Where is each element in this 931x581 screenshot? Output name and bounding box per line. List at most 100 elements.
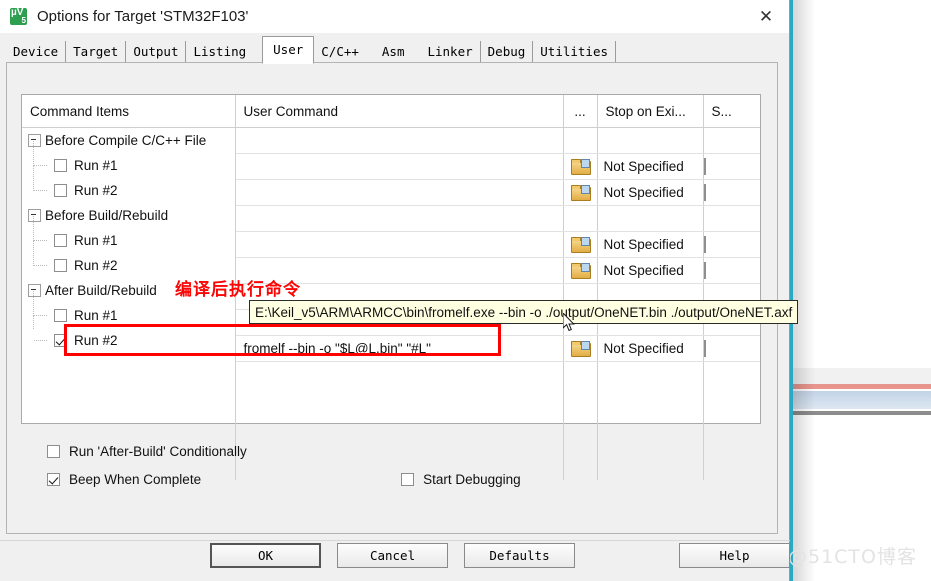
tree-node-bc-run1[interactable]: Run #1 — [28, 141, 234, 178]
cell-browse[interactable] — [563, 231, 598, 258]
cell-user-command[interactable] — [235, 205, 564, 232]
cell-s[interactable] — [703, 335, 760, 362]
ok-button[interactable]: OK — [210, 543, 322, 568]
cell-user-command[interactable] — [235, 127, 564, 154]
option-label: Start Debugging — [423, 471, 521, 487]
col-user-command[interactable]: User Command — [235, 95, 564, 128]
defaults-button[interactable]: Defaults — [464, 543, 576, 568]
tree-column: Before Compile C/C++ File Run #1 Run #2 — [22, 127, 236, 362]
checkbox-after-build-run2[interactable] — [54, 334, 67, 347]
annotation-red-note: 编译后执行命令 — [175, 280, 301, 300]
tab-strip: Device Target Output Listing User C/C++ … — [6, 36, 789, 64]
tree-node-before-build[interactable]: Before Build/Rebuild — [28, 203, 234, 228]
option-start-debugging[interactable]: Start Debugging — [401, 472, 521, 487]
checkbox-before-compile-run2[interactable] — [54, 184, 67, 197]
table-row[interactable]: Before Compile C/C++ File Run #1 Run #2 — [22, 127, 760, 362]
cell-s[interactable] — [703, 205, 760, 232]
tree-node-before-compile[interactable]: Before Compile C/C++ File — [28, 128, 234, 153]
open-folder-icon[interactable] — [570, 237, 591, 253]
cell-browse[interactable] — [563, 205, 598, 232]
command-items-grid[interactable]: Command Items User Command ... Stop on E… — [21, 94, 761, 480]
checkbox-s[interactable] — [703, 340, 706, 357]
open-folder-icon[interactable] — [570, 341, 591, 357]
cell-browse[interactable] — [563, 153, 598, 180]
col-s[interactable]: S... — [703, 95, 760, 128]
option-label: Run 'After-Build' Conditionally — [69, 443, 247, 459]
close-icon[interactable]: ✕ — [743, 0, 789, 33]
option-run-after-build-conditionally[interactable]: Run 'After-Build' Conditionally — [47, 444, 247, 459]
cell-s[interactable] — [703, 179, 760, 206]
cell-browse[interactable] — [563, 335, 598, 362]
cell-s[interactable] — [703, 153, 760, 180]
checkbox-beep-when-complete[interactable] — [47, 472, 60, 486]
command-text-input[interactable]: fromelf --bin -o "$L@L.bin" "#L" — [236, 341, 431, 356]
checkbox-before-build-run1[interactable] — [54, 234, 67, 247]
tab-utilities[interactable]: Utilities — [533, 41, 617, 63]
cell-stop-on-exit[interactable]: Not Specified — [597, 231, 704, 258]
cell-browse[interactable] — [563, 257, 598, 284]
tree-node-ab-run1[interactable]: Run #1 — [28, 291, 234, 328]
checkbox-s[interactable] — [703, 262, 706, 279]
title-bar: Options for Target 'STM32F103' ✕ — [0, 0, 789, 33]
cell-s[interactable] — [703, 257, 760, 284]
open-folder-icon[interactable] — [570, 185, 591, 201]
option-beep-when-complete[interactable]: Beep When Complete — [47, 472, 201, 487]
tab-device[interactable]: Device — [6, 41, 67, 63]
checkbox-s[interactable] — [703, 158, 706, 175]
tab-debug[interactable]: Debug — [481, 41, 534, 63]
cell-stop-on-exit[interactable]: Not Specified — [597, 153, 704, 180]
tab-listing[interactable]: Listing — [186, 41, 262, 63]
cell-stop-on-exit[interactable]: Not Specified — [597, 179, 704, 206]
tree-node-label: Run #2 — [74, 258, 118, 273]
cell-stop-on-exit[interactable]: Not Specified — [597, 257, 704, 284]
col-command-items[interactable]: Command Items — [22, 95, 236, 128]
checkbox-s[interactable] — [703, 184, 706, 201]
command-text — [236, 237, 244, 252]
help-button[interactable]: Help — [679, 543, 791, 568]
open-folder-icon[interactable] — [570, 159, 591, 175]
user-tab-panel: Command Items User Command ... Stop on E… — [6, 62, 778, 534]
cell-user-command-active[interactable]: fromelf --bin -o "$L@L.bin" "#L" — [235, 335, 564, 362]
table-header-row: Command Items User Command ... Stop on E… — [22, 95, 760, 128]
cell-s[interactable] — [703, 127, 760, 154]
cell-browse[interactable] — [563, 127, 598, 154]
checkbox-before-build-run2[interactable] — [54, 259, 67, 272]
tree-node-bb-run1[interactable]: Run #1 — [28, 216, 234, 253]
tab-c-cpp[interactable]: C/C++ — [314, 41, 375, 63]
stop-text: Not Specified — [603, 341, 684, 356]
command-table: Command Items User Command ... Stop on E… — [22, 95, 760, 480]
tab-target[interactable]: Target — [66, 41, 127, 63]
command-text — [236, 185, 244, 200]
cancel-button[interactable]: Cancel — [337, 543, 449, 568]
tree-node-bc-run2[interactable]: Run #2 — [28, 166, 234, 203]
cell-stop-on-exit[interactable] — [597, 205, 704, 232]
collapse-icon[interactable] — [28, 134, 41, 147]
checkbox-start-debugging[interactable] — [401, 472, 415, 486]
cell-browse[interactable] — [563, 179, 598, 206]
keil-uvision5-icon — [10, 7, 27, 25]
cell-s[interactable] — [703, 231, 760, 258]
collapse-icon[interactable] — [28, 209, 41, 222]
tab-output[interactable]: Output — [126, 41, 187, 63]
checkbox-after-build-run1[interactable] — [54, 309, 67, 322]
tab-linker[interactable]: Linker — [420, 41, 481, 63]
open-folder-icon[interactable] — [570, 263, 591, 279]
cell-user-command[interactable] — [235, 179, 564, 206]
tab-asm[interactable]: Asm — [375, 41, 421, 63]
dialog-button-bar: OK Cancel Defaults Help — [0, 543, 791, 568]
col-stop-on-exit[interactable]: Stop on Exi... — [597, 95, 704, 128]
tab-user[interactable]: User — [262, 36, 315, 64]
checkbox-before-compile-run1[interactable] — [54, 159, 67, 172]
col-dots[interactable]: ... — [563, 95, 598, 128]
cell-user-command[interactable] — [235, 153, 564, 180]
tree-node-ab-run2[interactable]: Run #2 — [28, 316, 234, 353]
dialog-drop-shadow — [793, 0, 815, 581]
stop-text — [598, 133, 604, 148]
cell-stop-on-exit[interactable] — [597, 127, 704, 154]
checkbox-s[interactable] — [703, 236, 706, 253]
command-tooltip: E:\Keil_v5\ARM\ARMCC\bin\fromelf.exe --b… — [249, 300, 799, 324]
checkbox-run-after-build-conditionally[interactable] — [47, 444, 60, 458]
cell-user-command[interactable] — [235, 231, 564, 258]
cell-stop-on-exit[interactable]: Not Specified — [597, 335, 704, 362]
collapse-icon[interactable] — [28, 284, 41, 297]
